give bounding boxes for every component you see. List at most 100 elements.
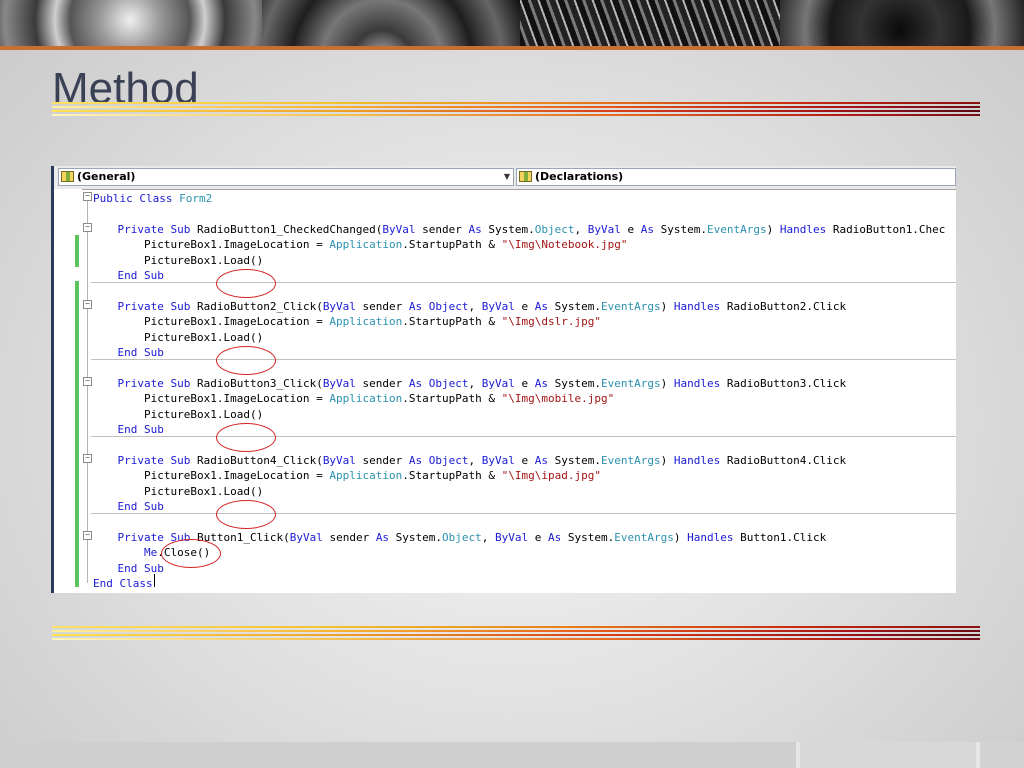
class-icon <box>61 171 74 182</box>
code-token: EventArgs <box>601 376 661 390</box>
code-token: System. <box>548 376 602 390</box>
code-token: PictureBox1.Load() <box>91 253 264 267</box>
outline-guide <box>87 201 88 583</box>
editor-navigation-bar: (General) ▼ (Declarations) <box>54 166 956 190</box>
code-area[interactable]: − − − − − − Public Class Form2 Private S… <box>54 189 956 593</box>
change-indicator-bar <box>75 235 79 267</box>
code-token: EventArgs <box>601 453 661 467</box>
code-token: As <box>408 299 423 313</box>
code-token: As <box>534 453 549 467</box>
code-token: System. <box>548 299 602 313</box>
code-line[interactable]: PictureBox1.Load() <box>91 330 263 345</box>
title-underline-stripes <box>52 102 980 116</box>
collapse-toggle-icon[interactable]: − <box>83 192 92 201</box>
code-token: As <box>534 299 549 313</box>
code-token: Button1.Click <box>733 530 827 544</box>
dropdown-arrow-icon[interactable]: ▼ <box>504 169 510 185</box>
code-token: System. <box>561 530 615 544</box>
code-line[interactable]: Private Sub RadioButton1_CheckedChanged(… <box>91 222 946 237</box>
highlight-circle-load <box>216 346 276 375</box>
object-dropdown[interactable]: (General) ▼ <box>58 168 514 186</box>
code-line[interactable]: PictureBox1.ImageLocation = Application.… <box>91 391 614 406</box>
code-token: ) <box>673 530 688 544</box>
code-token: "\Img\mobile.jpg" <box>501 392 615 406</box>
code-token: .StartupPath & <box>402 392 502 406</box>
banner-photo-wheel <box>0 0 262 46</box>
code-token: End Sub <box>117 561 164 575</box>
code-line[interactable]: Private Sub RadioButton3_Click(ByVal sen… <box>91 376 847 391</box>
code-line[interactable]: Private Sub RadioButton2_Click(ByVal sen… <box>91 299 847 314</box>
code-token: ByVal <box>481 299 515 313</box>
code-token: Handles <box>687 530 734 544</box>
code-line[interactable]: PictureBox1.Load() <box>91 407 263 422</box>
code-token: System. <box>654 222 707 236</box>
code-line[interactable]: End Sub <box>91 422 164 437</box>
code-line[interactable]: End Class <box>93 576 153 591</box>
code-token: sender <box>322 530 376 544</box>
banner-photo-tire <box>780 0 1024 46</box>
code-token: "\Img\Notebook.jpg" <box>501 238 628 252</box>
highlight-circle-load <box>216 423 276 452</box>
banner-photo-tread <box>520 0 780 46</box>
code-line[interactable]: Public Class Form2 <box>93 191 212 206</box>
code-token: PictureBox1.ImageLocation = <box>91 392 330 406</box>
footer-segment <box>800 742 980 768</box>
code-token: System. <box>389 530 443 544</box>
code-token: e <box>514 299 535 313</box>
highlight-circle-load <box>216 269 276 298</box>
code-token: Me <box>143 546 158 560</box>
code-token: Application <box>329 392 403 406</box>
code-line[interactable]: End Sub <box>91 499 164 514</box>
object-dropdown-label: (General) <box>77 170 136 183</box>
code-token: RadioButton1_CheckedChanged( <box>190 222 383 236</box>
code-token: RadioButton3.Click <box>720 376 847 390</box>
code-line[interactable]: PictureBox1.Load() <box>91 484 263 499</box>
code-line[interactable]: End Sub <box>91 268 164 283</box>
code-token: As <box>534 376 549 390</box>
code-token: End Sub <box>117 346 164 359</box>
code-line[interactable]: PictureBox1.ImageLocation = Application.… <box>91 314 601 329</box>
footer-bar <box>0 742 1024 768</box>
code-token: As <box>375 530 390 544</box>
code-token: Object <box>442 530 482 544</box>
code-token: .StartupPath & <box>402 238 502 252</box>
code-token: EventArgs <box>601 299 661 313</box>
code-line[interactable]: PictureBox1.ImageLocation = Application.… <box>91 468 601 483</box>
code-token: As <box>548 530 562 544</box>
code-token: ByVal <box>382 222 416 236</box>
code-token: PictureBox1.ImageLocation = <box>91 469 330 483</box>
code-token: , <box>468 376 482 390</box>
code-line[interactable]: End Sub <box>91 561 164 576</box>
code-token: ByVal <box>495 530 529 544</box>
code-token: Public Class <box>93 192 173 205</box>
header-banner-image <box>0 0 1024 46</box>
code-token: Application <box>329 238 403 252</box>
code-token: PictureBox1.Load() <box>91 484 264 498</box>
code-token: ByVal <box>481 453 515 467</box>
code-token: Handles <box>673 376 721 390</box>
highlight-circle-load <box>216 500 276 529</box>
code-line[interactable]: Private Sub RadioButton4_Click(ByVal sen… <box>91 453 847 468</box>
code-token: e <box>620 222 641 236</box>
code-token: ByVal <box>587 222 621 236</box>
code-token: Private Sub <box>117 299 191 313</box>
code-token: As <box>468 222 482 236</box>
code-token: RadioButton4_Click( <box>190 453 323 467</box>
code-line[interactable]: End Sub <box>91 345 164 360</box>
code-token: .StartupPath & <box>402 469 502 483</box>
code-line[interactable]: PictureBox1.ImageLocation = Application.… <box>91 237 628 252</box>
code-token: , <box>468 453 482 467</box>
code-token: ) <box>766 222 780 236</box>
code-token: End Class <box>93 577 153 590</box>
procedure-dropdown[interactable]: (Declarations) <box>516 168 956 186</box>
code-token: sender <box>355 453 409 467</box>
code-token: EventArgs <box>707 222 767 236</box>
code-line[interactable]: PictureBox1.Load() <box>91 253 263 268</box>
code-token: e <box>514 376 535 390</box>
